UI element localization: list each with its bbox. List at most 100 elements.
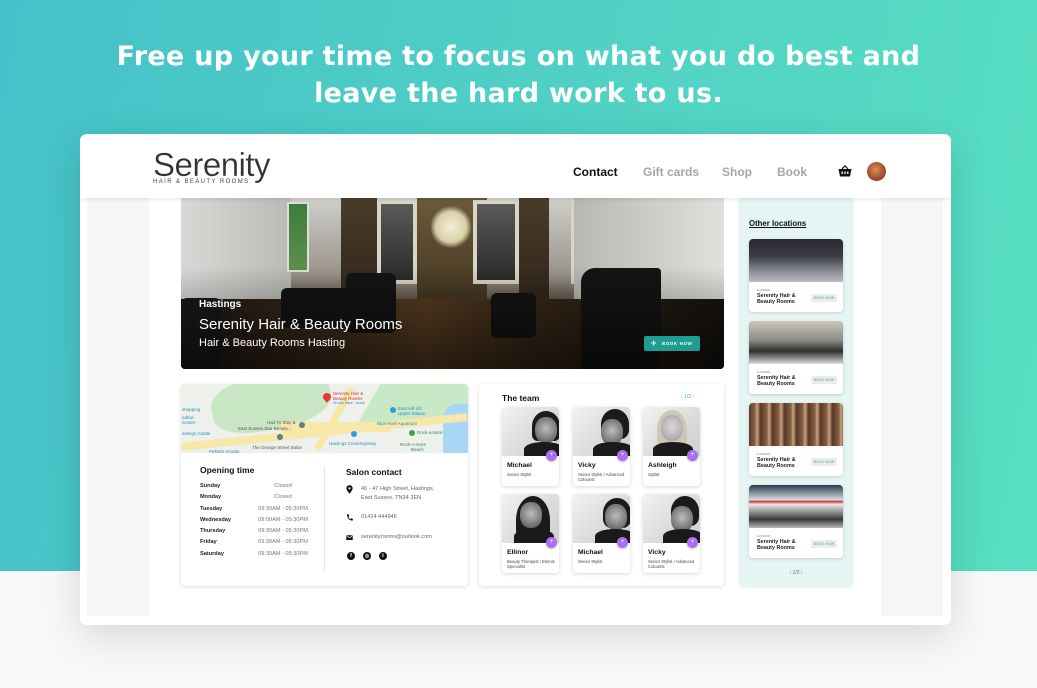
map-label: Beach	[411, 447, 424, 452]
member-add-button[interactable]: +	[546, 450, 557, 461]
location-name: Serenity Hair & Beauty Rooms	[757, 457, 796, 469]
basket-icon[interactable]	[838, 165, 852, 177]
hours-row: Saturday 09:30AM - 05:30PM	[200, 551, 310, 562]
contact-phone[interactable]: 01424 444946	[346, 513, 397, 522]
member-role: Senior Stylist	[507, 472, 532, 477]
location-photo	[749, 485, 843, 528]
location-book-now-button[interactable]: BOOK NOW	[811, 294, 837, 302]
email-address[interactable]: serenityrooms@outlook.com	[361, 533, 432, 542]
nav-link-shop[interactable]: Shop	[722, 165, 752, 179]
member-add-button[interactable]: +	[687, 450, 698, 461]
plus-icon: +	[651, 338, 657, 348]
hours-time: Closed	[274, 494, 292, 501]
team-member-card[interactable]: + Ashleigh Stylist	[643, 407, 700, 486]
location-book-now-button[interactable]: BOOK NOW	[811, 376, 837, 384]
contact-address: 46 - 47 High Street, Hastings, East Suss…	[346, 485, 434, 503]
team-pager[interactable]: ‹ 1/2 ›	[681, 394, 694, 400]
book-now-label: BOOK NOW	[661, 341, 693, 346]
logo-wordmark: Serenity	[153, 146, 271, 183]
member-name: Michael	[578, 549, 603, 556]
hours-time: 09:30AM - 05:30PM	[258, 550, 308, 557]
map-label: The George Street Salon	[252, 445, 303, 450]
location-book-now-button[interactable]: BOOK NOW	[811, 458, 837, 466]
member-role: Beauty Therapist / Elemis Specialist	[507, 559, 555, 570]
social-links: f ◎ t	[347, 552, 387, 560]
location-photo	[749, 239, 843, 282]
hours-day: Tuesday	[200, 505, 223, 512]
location-pin-icon	[346, 485, 353, 494]
locations-pager[interactable]: ‹ 1/2 ›	[739, 570, 853, 576]
contact-email[interactable]: serenityrooms@outlook.com	[346, 533, 432, 542]
hours-row: Wednesday 09:00AM - 05:30PM	[200, 517, 310, 528]
headline: Free up your time to focus on what you d…	[0, 38, 1037, 112]
member-role: Stylist	[648, 472, 660, 477]
phone-icon	[347, 514, 353, 521]
nav-link-book[interactable]: Book	[777, 165, 807, 179]
hours-time: 09:30AM - 05:30PM	[258, 528, 308, 535]
team-card: The team ‹ 1/2 › + Michael Senior Stylis…	[479, 384, 724, 586]
team-member-card[interactable]: + Vicky Senior Stylist / Advanced Colour…	[643, 494, 700, 573]
member-name: Vicky	[648, 549, 666, 556]
location-card[interactable]: London Serenity Hair & Beauty Rooms BOOK…	[749, 321, 843, 394]
location-card[interactable]: London Serenity Hair & Beauty Rooms BOOK…	[749, 485, 843, 558]
banner-subtitle: Hair & Beauty Rooms Hasting	[199, 337, 346, 349]
phone-number[interactable]: 01424 444946	[361, 513, 397, 522]
opening-hours-table: Sunday Closed Monday Closed Tuesday 09:30AM…	[200, 483, 310, 562]
nav-link-contact[interactable]: Contact	[573, 165, 618, 179]
headline-line-2: leave the hard work to us.	[314, 78, 723, 109]
location-city: London	[757, 533, 771, 538]
member-photo	[643, 407, 700, 456]
member-add-button[interactable]: +	[617, 537, 628, 548]
member-add-button[interactable]: +	[687, 537, 698, 548]
column-divider	[324, 466, 325, 572]
member-role: Senior Stylist / Advanced Colourist	[578, 472, 625, 483]
member-add-button[interactable]: +	[617, 450, 628, 461]
map-label: astings Castle	[182, 431, 211, 436]
member-name: Ashleigh	[648, 462, 677, 469]
team-member-card[interactable]: + Michael Senior Stylist	[502, 407, 559, 486]
book-now-button[interactable]: + BOOK NOW	[644, 336, 700, 351]
hours-row: Monday Closed	[200, 494, 310, 505]
map-label: East Sussex Star Beauty...	[238, 426, 292, 431]
location-name: Serenity Hair & Beauty Rooms	[757, 539, 796, 551]
location-card[interactable]: London Serenity Hair & Beauty Rooms BOOK…	[749, 403, 843, 476]
hours-row: Thursday 09:30AM - 05:30PM	[200, 528, 310, 539]
location-map[interactable]: Serenity Hair & Beauty Rooms 36 min driv…	[181, 384, 468, 453]
team-member-card[interactable]: + Michael Senior Stylist	[573, 494, 630, 573]
location-name: Serenity Hair & Beauty Rooms	[757, 293, 796, 305]
hours-time: 09:30AM - 05:30PM	[258, 539, 308, 546]
other-locations-sidebar: Other locations London Serenity Hair & B…	[739, 198, 853, 586]
member-name: Ellinor	[507, 549, 529, 556]
map-label: Hair To Stay &	[267, 420, 296, 425]
team-member-card[interactable]: + Vicky Senior Stylist / Advanced Colour…	[573, 407, 630, 486]
location-card[interactable]: London Serenity Hair & Beauty Rooms BOOK…	[749, 239, 843, 312]
browser-frame: Serenity HAIR & BEAUTY ROOMS Contact Gif…	[80, 134, 951, 625]
member-role: Senior Stylist / Advanced Colourist	[648, 559, 695, 570]
facebook-icon[interactable]: f	[347, 552, 355, 560]
member-add-button[interactable]: +	[546, 537, 557, 548]
page-gutter-left	[87, 198, 149, 616]
member-photo	[502, 407, 559, 456]
hours-time: Closed	[274, 483, 292, 489]
instagram-icon[interactable]: ◎	[363, 552, 371, 560]
location-city: London	[757, 287, 771, 292]
map-label: Hastings Contemporary	[329, 441, 377, 446]
hours-time: 09:30AM - 05:30PM	[258, 505, 308, 512]
map-label: Upper Station	[398, 411, 426, 416]
address-line-2: East Sussex, TN34 3EN	[361, 495, 422, 501]
team-member-card[interactable]: + Ellinor Beauty Therapist / Elemis Spec…	[502, 494, 559, 573]
serenity-logo[interactable]: Serenity HAIR & BEAUTY ROOMS	[153, 146, 271, 185]
banner-title: Serenity Hair & Beauty Rooms	[199, 316, 403, 333]
map-label: 36 min drive · home	[333, 401, 365, 405]
map-label: Rock-a-Nore	[417, 430, 443, 435]
twitter-icon[interactable]: t	[379, 552, 387, 560]
nav-link-gift-cards[interactable]: Gift cards	[643, 165, 699, 179]
map-label: Pelham Arcade	[209, 449, 240, 453]
location-book-now-button[interactable]: BOOK NOW	[811, 540, 837, 548]
member-name: Michael	[507, 462, 532, 469]
hours-row: Friday 09:30AM - 05:30PM	[200, 539, 310, 550]
location-city: London	[757, 451, 771, 456]
member-photo	[643, 494, 700, 543]
user-avatar[interactable]	[867, 162, 886, 181]
other-locations-title[interactable]: Other locations	[749, 219, 806, 228]
